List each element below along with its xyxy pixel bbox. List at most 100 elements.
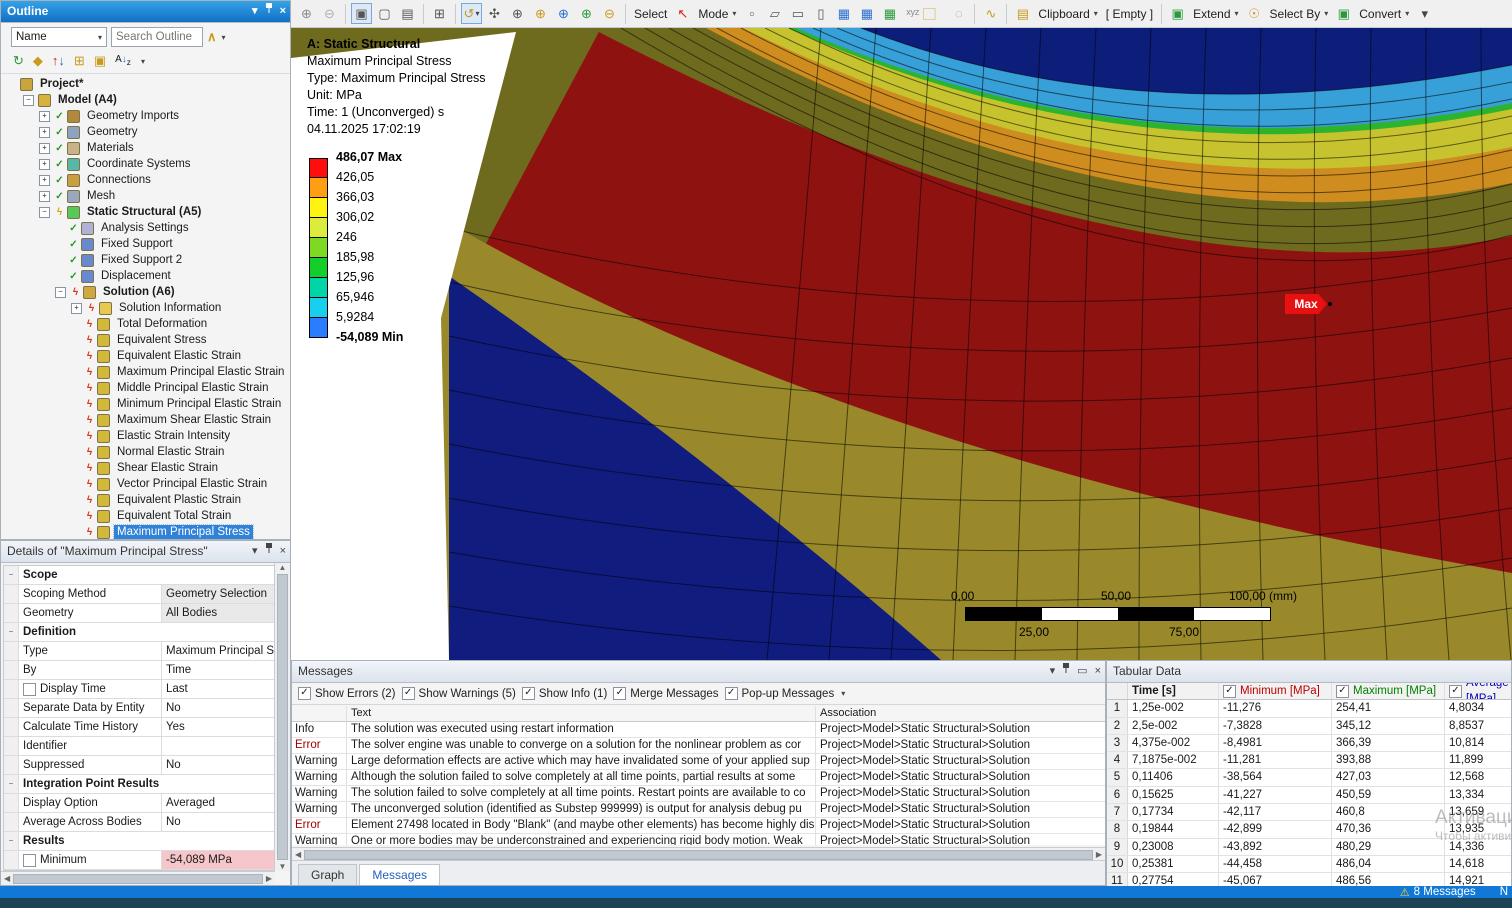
tab-messages[interactable]: Messages [359, 864, 440, 885]
details-property-value[interactable]: Maximum Principal St... [162, 642, 274, 660]
outline-menu-icon[interactable]: ▾ [252, 1, 258, 22]
zoom-next-icon[interactable]: ⊖ [319, 3, 340, 24]
tree-item[interactable]: −Model (A4) [1, 92, 290, 108]
clipboard-empty-label[interactable]: [ Empty ] [1106, 7, 1153, 21]
messages-filter-checkbox[interactable]: ✓Show Errors (2) [298, 687, 396, 700]
tree-item[interactable]: −ϟStatic Structural (A5) [1, 204, 290, 220]
messages-menu-icon[interactable]: ▾ [1050, 661, 1056, 682]
select-vertices-icon[interactable]: ▫ [741, 3, 762, 24]
select-by-dropdown[interactable]: Select By▾ [1270, 7, 1329, 21]
tabular-row[interactable]: 80,19844-42,899470,3613,935 [1107, 821, 1511, 838]
zoom-previous-icon[interactable]: ⊕ [296, 3, 317, 24]
details-group-row[interactable]: −Scope [4, 566, 274, 585]
collapse-icon[interactable]: − [55, 287, 66, 298]
expand-icon[interactable]: + [39, 175, 50, 186]
extend-dropdown[interactable]: Extend▾ [1193, 7, 1238, 21]
details-property-row[interactable]: Minimum-54,089 MPa [4, 851, 274, 870]
details-property-value[interactable]: Last [162, 680, 274, 698]
details-property-row[interactable]: ByTime [4, 661, 274, 680]
tree-item[interactable]: ϟMiddle Principal Elastic Strain [1, 380, 290, 396]
tree-item[interactable]: +✓Geometry Imports [1, 108, 290, 124]
scroll-down-icon[interactable]: ▼ [279, 862, 287, 871]
details-menu-icon[interactable]: ▾ [252, 541, 258, 562]
expand-icon[interactable]: + [39, 159, 50, 170]
collapse-icon[interactable]: − [4, 566, 19, 584]
tree-item[interactable]: ϟMaximum Shear Elastic Strain [1, 412, 290, 428]
collapse-icon[interactable]: − [23, 95, 34, 106]
expand-all-icon[interactable]: ⊞ [74, 54, 85, 68]
message-row[interactable]: WarningThe unconverged solution (identif… [292, 802, 1105, 818]
details-group-row[interactable]: −Integration Point Results [4, 775, 274, 794]
scroll-left-icon[interactable]: ◀ [4, 874, 10, 883]
zoom-in-icon[interactable]: ⊕ [530, 3, 551, 24]
expand-collapse-icon[interactable]: ↑↓ [52, 54, 65, 68]
zoom-icon[interactable]: ⊕ [507, 3, 528, 24]
details-property-row[interactable]: SuppressedNo [4, 756, 274, 775]
expand-icon[interactable]: + [39, 143, 50, 154]
tabular-row[interactable]: 70,17734-42,117460,813,659 [1107, 804, 1511, 821]
scroll-right-icon[interactable]: ▶ [1096, 850, 1102, 859]
details-property-value[interactable]: Yes [162, 718, 274, 736]
messages-filter-checkbox[interactable]: ✓Show Info (1) [522, 687, 607, 700]
tree-item[interactable]: +ϟSolution Information [1, 300, 290, 316]
tree-item[interactable]: ϟEquivalent Total Strain [1, 508, 290, 524]
details-property-row[interactable]: Average Across BodiesNo [4, 813, 274, 832]
details-property-value[interactable]: No [162, 756, 274, 774]
details-horizontal-scrollbar[interactable]: ◀ ▶ [1, 871, 275, 885]
collapse-icon[interactable]: − [4, 832, 19, 850]
coordinates-icon[interactable]: ˣʸᶻ [902, 3, 923, 24]
message-row[interactable]: WarningAlthough the solution failed to s… [292, 770, 1105, 786]
details-property-value[interactable]: Averaged [162, 794, 274, 812]
chart-icon[interactable]: ∿ [980, 3, 1001, 24]
tree-item[interactable]: +✓Mesh [1, 188, 290, 204]
tabular-col-avg[interactable]: ✓Average [MPa] [1445, 683, 1511, 699]
tree-item[interactable]: +✓Geometry [1, 124, 290, 140]
convert-icon[interactable]: ▣ [1333, 3, 1354, 24]
details-property-value[interactable]: All Bodies [162, 604, 274, 622]
collapse-icon[interactable]: − [4, 623, 19, 641]
messages-filter-checkbox[interactable]: ✓Merge Messages [613, 687, 718, 700]
tabular-row[interactable]: 90,23008-43,892480,2914,336 [1107, 839, 1511, 856]
search-outline-input[interactable] [111, 27, 203, 47]
folder-filter-icon[interactable]: ▣ [94, 54, 106, 68]
messages-horizontal-scrollbar[interactable]: ◀ ▶ [292, 847, 1105, 861]
scroll-right-icon[interactable]: ▶ [266, 874, 272, 883]
message-row[interactable]: WarningLarge deformation effects are act… [292, 754, 1105, 770]
tabular-row[interactable]: 100,25381-44,458486,0414,618 [1107, 856, 1511, 873]
details-property-row[interactable]: Scoping MethodGeometry Selection [4, 585, 274, 604]
message-row[interactable]: WarningOne or more bodies may be underco… [292, 834, 1105, 845]
select-label[interactable]: Select [634, 7, 667, 21]
extend-icon[interactable]: ▣ [1167, 3, 1188, 24]
search-options-icon[interactable]: ▾ [222, 33, 226, 42]
details-pin-icon[interactable] [265, 541, 273, 562]
tree-item[interactable]: ϟVector Principal Elastic Strain [1, 476, 290, 492]
details-property-row[interactable]: Display TimeLast [4, 680, 274, 699]
details-property-value[interactable] [162, 737, 274, 755]
cursor-icon[interactable]: ↖ [672, 3, 693, 24]
box-zoom-icon[interactable]: ⊕ [576, 3, 597, 24]
tag-100-icon[interactable]: ⃞ [925, 3, 946, 24]
details-close-icon[interactable]: × [280, 541, 286, 562]
outline-filter-dropdown[interactable]: Name ▾ [11, 27, 107, 47]
message-row[interactable]: ErrorElement 27498 located in Body "Blan… [292, 818, 1105, 834]
max-probe-label[interactable]: Max [1285, 294, 1327, 314]
tree-item[interactable]: ϟMaximum Principal Stress [1, 524, 290, 539]
messages-title-bar[interactable]: Messages ▾ ▭ × [292, 661, 1105, 683]
select-mesh-icon[interactable]: ▦ [856, 3, 877, 24]
messages-filter-checkbox[interactable]: ✓Pop-up Messages [725, 687, 835, 700]
checkbox-icon[interactable] [23, 854, 36, 867]
tree-item[interactable]: +✓Connections [1, 172, 290, 188]
tabular-row[interactable]: 50,11406-38,564427,0312,568 [1107, 769, 1511, 786]
rotate-icon[interactable]: ↺▾ [461, 3, 482, 24]
eraser-icon[interactable]: ◆ [33, 54, 43, 68]
chevron-down-icon[interactable]: ▾ [841, 689, 845, 698]
tree-item[interactable]: ϟMinimum Principal Elastic Strain [1, 396, 290, 412]
section-plane-icon[interactable]: ⊞ [429, 3, 450, 24]
expand-icon[interactable]: + [71, 303, 82, 314]
tree-item[interactable]: ✓Fixed Support 2 [1, 252, 290, 268]
tab-graph[interactable]: Graph [298, 864, 357, 885]
checkbox-icon[interactable] [23, 683, 36, 696]
details-property-value[interactable]: No [162, 699, 274, 717]
tree-item[interactable]: ϟShear Elastic Strain [1, 460, 290, 476]
checkbox-icon[interactable]: ✓ [402, 687, 415, 700]
